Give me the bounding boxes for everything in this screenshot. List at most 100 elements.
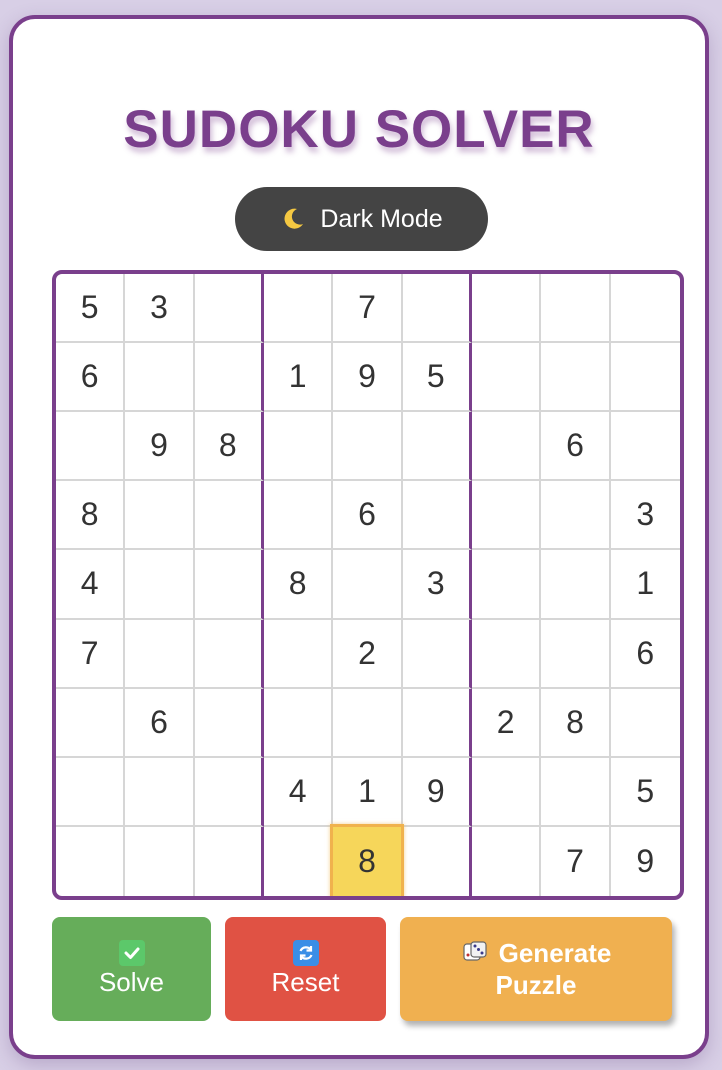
solve-label: Solve: [98, 967, 165, 997]
cell-value: 2: [358, 634, 376, 671]
sudoku-cell[interactable]: [472, 412, 542, 482]
sudoku-cell[interactable]: 8: [194, 412, 264, 482]
cell-value: 2: [496, 703, 515, 740]
sudoku-cell[interactable]: 1: [264, 343, 334, 413]
sudoku-cell[interactable]: [333, 550, 403, 620]
check-icon: [118, 940, 145, 966]
cell-value: 9: [426, 772, 445, 809]
dice-icon: [461, 939, 489, 967]
cell-value: 7: [566, 842, 584, 879]
sudoku-cell[interactable]: 7: [56, 619, 126, 689]
sudoku-cell[interactable]: [194, 481, 264, 551]
sudoku-cell[interactable]: [472, 343, 542, 413]
sudoku-cell[interactable]: [541, 343, 611, 413]
cell-value: 5: [80, 289, 99, 326]
sudoku-cell[interactable]: [610, 274, 680, 344]
sudoku-cell[interactable]: 9: [333, 343, 403, 413]
sudoku-cell[interactable]: 8: [330, 823, 404, 896]
sudoku-cell[interactable]: [194, 619, 264, 689]
sudoku-cell[interactable]: [402, 688, 472, 758]
sudoku-cell[interactable]: [195, 826, 264, 896]
sudoku-cell[interactable]: [541, 619, 611, 689]
dark-mode-toggle-button[interactable]: Dark Mode: [235, 187, 488, 251]
sudoku-cell[interactable]: 3: [402, 550, 472, 620]
sudoku-cell[interactable]: [472, 550, 542, 620]
sudoku-cell[interactable]: [402, 274, 472, 344]
sudoku-cell[interactable]: [194, 757, 264, 827]
sudoku-cell[interactable]: [333, 412, 403, 482]
sudoku-cell[interactable]: [56, 757, 126, 827]
sudoku-cell[interactable]: [194, 550, 264, 620]
cell-value: 1: [636, 565, 655, 602]
sudoku-cell[interactable]: 7: [333, 274, 403, 344]
sudoku-cell[interactable]: 2: [333, 619, 403, 689]
sudoku-cell[interactable]: [194, 343, 264, 413]
cell-value: 9: [636, 842, 655, 879]
reset-button[interactable]: Reset: [225, 917, 386, 1021]
sudoku-cell[interactable]: [610, 343, 680, 413]
sudoku-cell[interactable]: 2: [472, 688, 542, 758]
sudoku-cell[interactable]: [333, 688, 403, 758]
page-title: SUDOKU SOLVER: [123, 100, 595, 159]
sudoku-cell[interactable]: 1: [610, 550, 680, 620]
sudoku-cell[interactable]: 6: [56, 343, 126, 413]
sudoku-cell[interactable]: 8: [264, 550, 334, 620]
sudoku-cell[interactable]: [125, 343, 195, 413]
sudoku-cell[interactable]: [125, 481, 195, 551]
sudoku-cell[interactable]: [264, 481, 334, 551]
sudoku-cell[interactable]: [194, 274, 264, 344]
sudoku-cell[interactable]: 5: [56, 274, 126, 344]
sudoku-cell[interactable]: [194, 688, 264, 758]
sudoku-cell[interactable]: [402, 619, 472, 689]
sudoku-cell[interactable]: 9: [611, 827, 680, 896]
generate-label-line1: Generate: [498, 938, 612, 968]
sudoku-cell[interactable]: [264, 619, 334, 689]
sudoku-cell[interactable]: 1: [333, 757, 403, 827]
solve-button[interactable]: Solve: [52, 917, 211, 1021]
sudoku-cell[interactable]: [403, 826, 472, 896]
sudoku-cell[interactable]: 6: [333, 481, 403, 551]
sudoku-cell[interactable]: [610, 689, 680, 758]
sudoku-cell[interactable]: [541, 757, 611, 827]
sudoku-cell[interactable]: [56, 826, 126, 896]
generate-puzzle-button[interactable]: Generate Puzzle: [400, 917, 672, 1021]
sudoku-cell[interactable]: [610, 412, 680, 482]
sudoku-cell[interactable]: 9: [125, 412, 195, 482]
cell-value: 4: [80, 565, 99, 602]
sudoku-cell[interactable]: [264, 688, 334, 758]
sudoku-cell[interactable]: 3: [125, 274, 195, 344]
sudoku-cell[interactable]: [125, 757, 195, 827]
sudoku-cell[interactable]: 7: [541, 826, 611, 896]
sudoku-cell[interactable]: [402, 412, 472, 482]
sudoku-cell[interactable]: [541, 550, 611, 620]
sudoku-cell[interactable]: 9: [402, 757, 472, 827]
sudoku-cell[interactable]: 5: [610, 758, 680, 827]
sudoku-cell[interactable]: [402, 481, 472, 551]
sudoku-cell[interactable]: [472, 826, 542, 896]
sudoku-cell[interactable]: [472, 619, 542, 689]
sudoku-cell[interactable]: 6: [125, 688, 195, 758]
sudoku-cell[interactable]: 6: [610, 620, 680, 689]
sudoku-cell[interactable]: [472, 481, 542, 551]
sudoku-cell[interactable]: [264, 274, 334, 344]
sudoku-cell[interactable]: [125, 550, 195, 620]
sudoku-cell[interactable]: [125, 826, 195, 896]
sudoku-cell[interactable]: 6: [541, 412, 611, 482]
sudoku-cell[interactable]: [56, 412, 126, 482]
cell-value: 9: [358, 358, 376, 395]
cell-value: 6: [80, 358, 99, 395]
sudoku-cell[interactable]: 4: [264, 757, 334, 827]
sudoku-cell[interactable]: [541, 274, 611, 344]
sudoku-cell[interactable]: 8: [56, 481, 126, 551]
sudoku-cell[interactable]: 4: [56, 550, 126, 620]
sudoku-cell[interactable]: [472, 274, 542, 344]
sudoku-cell[interactable]: [541, 481, 611, 551]
sudoku-cell[interactable]: [264, 412, 334, 482]
sudoku-cell[interactable]: [264, 826, 334, 896]
sudoku-cell[interactable]: 3: [610, 481, 680, 551]
sudoku-cell[interactable]: [125, 619, 195, 689]
sudoku-cell[interactable]: 5: [402, 343, 472, 413]
sudoku-cell[interactable]: [56, 688, 126, 758]
sudoku-cell[interactable]: 8: [541, 688, 611, 758]
sudoku-cell[interactable]: [472, 757, 542, 827]
